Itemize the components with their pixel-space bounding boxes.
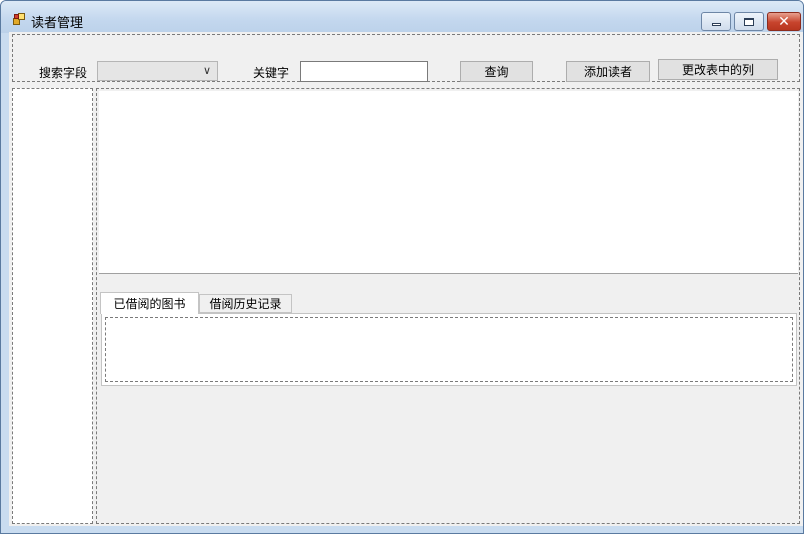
add-reader-button[interactable]: 添加读者 (566, 61, 650, 82)
minimize-icon (711, 23, 721, 26)
tab-page-borrowed-books (101, 313, 797, 386)
reader-management-window: 读者管理 ✕ 搜索字段 ∨ 关键字 查询 添加读者 更改表中的列 已借阅的图书 … (0, 0, 804, 534)
search-toolbar-panel: 搜索字段 ∨ 关键字 查询 添加读者 更改表中的列 (12, 34, 800, 82)
change-columns-button[interactable]: 更改表中的列 (658, 59, 778, 80)
maximize-icon (744, 17, 754, 26)
search-field-label: 搜索字段 (39, 66, 88, 80)
borrow-tabs: 已借阅的图书 借阅历史记录 (100, 292, 400, 314)
window-title: 读者管理 (31, 16, 84, 31)
right-content-panel: 已借阅的图书 借阅历史记录 (96, 88, 800, 524)
minimize-button[interactable] (701, 12, 731, 31)
close-button[interactable]: ✕ (767, 12, 801, 31)
tab-borrowed-books[interactable]: 已借阅的图书 (100, 292, 199, 314)
chevron-down-icon: ∨ (202, 64, 211, 77)
left-side-panel (12, 88, 93, 524)
maximize-button[interactable] (734, 12, 764, 31)
title-bar[interactable]: 读者管理 ✕ (1, 1, 803, 33)
search-field-dropdown[interactable]: ∨ (97, 61, 218, 81)
app-form-icon (13, 13, 27, 27)
tab-borrow-history[interactable]: 借阅历史记录 (199, 294, 292, 313)
client-area: 搜索字段 ∨ 关键字 查询 添加读者 更改表中的列 已借阅的图书 借阅历史记录 (9, 32, 803, 526)
keyword-label: 关键字 (253, 66, 290, 80)
borrowed-books-grid[interactable] (105, 317, 793, 382)
close-icon: ✕ (778, 13, 790, 30)
readers-grid[interactable] (99, 91, 798, 274)
query-button[interactable]: 查询 (460, 61, 533, 82)
keyword-input[interactable] (300, 61, 428, 82)
